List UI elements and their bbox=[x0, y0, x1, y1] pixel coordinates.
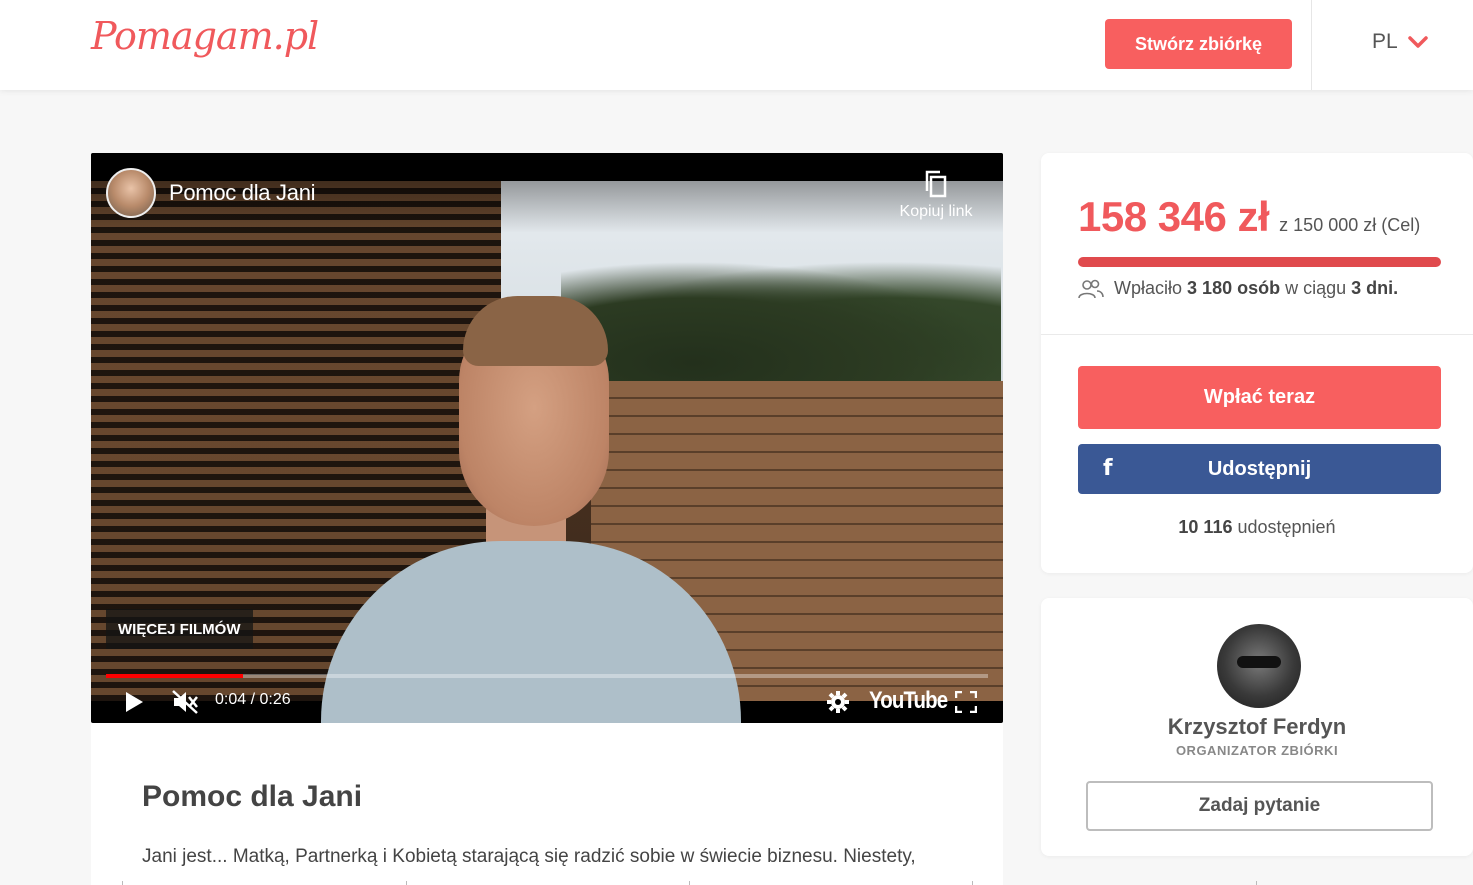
mute-button[interactable] bbox=[169, 685, 201, 719]
organizer-name[interactable]: Krzysztof Ferdyn bbox=[1041, 714, 1473, 740]
video-time: 0:04 / 0:26 bbox=[215, 691, 291, 708]
donors-middle: w ciągu bbox=[1285, 278, 1347, 298]
avatar-glasses bbox=[1237, 656, 1281, 668]
campaign-title: Pomoc dla Jani bbox=[142, 780, 363, 813]
share-label: Udostępnij bbox=[1207, 457, 1312, 480]
more-videos-button[interactable]: WIĘCEJ FILMÓW bbox=[106, 609, 253, 649]
fundraising-progress-bar bbox=[1078, 257, 1441, 267]
chevron-down-icon bbox=[1407, 36, 1428, 48]
campaign-description: Pomoc dla Jani Jani jest... Matką, Partn… bbox=[91, 723, 1003, 885]
header-divider bbox=[1311, 0, 1312, 90]
fullscreen-icon bbox=[955, 691, 977, 713]
channel-avatar[interactable] bbox=[106, 168, 156, 218]
campaign-intro: Jani jest... Matką, Partnerką i Kobietą … bbox=[142, 846, 916, 867]
video-controls: 0:04 / 0:26 YouTube bbox=[91, 681, 1003, 723]
tick bbox=[972, 881, 973, 885]
language-selector[interactable]: PL bbox=[1372, 30, 1428, 54]
copy-icon bbox=[925, 170, 947, 198]
donation-card: 158 346 zł z 150 000 zł (Cel) Wpłaciło 3… bbox=[1041, 153, 1473, 573]
donors-count: 3 180 osób bbox=[1187, 278, 1281, 298]
video-progress-bar[interactable] bbox=[106, 674, 988, 678]
facebook-share-button[interactable]: f Udostępnij bbox=[1078, 444, 1441, 494]
collected-amount: 158 346 zł bbox=[1078, 193, 1270, 240]
donors-info: Wpłaciło 3 180 osób w ciągu 3 dni. bbox=[1078, 278, 1398, 299]
card-divider bbox=[1041, 334, 1473, 335]
video-progress-fill bbox=[106, 674, 243, 678]
copy-link-button[interactable]: Kopiuj link bbox=[891, 169, 981, 229]
organizer-card: Krzysztof Ferdyn ORGANIZATOR ZBIÓRKI Zad… bbox=[1041, 598, 1473, 856]
fullscreen-button[interactable] bbox=[953, 685, 979, 719]
play-icon bbox=[126, 692, 143, 712]
tick bbox=[122, 881, 123, 885]
organizer-role: ORGANIZATOR ZBIÓRKI bbox=[1175, 743, 1339, 758]
avatar[interactable] bbox=[1217, 624, 1301, 708]
create-fundraiser-button[interactable]: Stwórz zbiórkę bbox=[1105, 19, 1292, 69]
video-player[interactable]: Pomoc dla Jani Kopiuj link WIĘCEJ FILMÓW… bbox=[91, 153, 1003, 723]
settings-button[interactable] bbox=[823, 685, 853, 719]
fundraising-progress-fill bbox=[1078, 257, 1441, 267]
bottom-ticks bbox=[0, 881, 1473, 885]
facebook-icon: f bbox=[1103, 456, 1113, 481]
volume-muted-icon bbox=[172, 690, 198, 714]
donors-prefix: Wpłaciło bbox=[1114, 278, 1183, 298]
shares-count: 10 116 udostępnień bbox=[1041, 517, 1473, 538]
tick bbox=[689, 881, 690, 885]
site-header: Pomagam.pl Stwórz zbiórkę PL bbox=[0, 0, 1473, 90]
tick bbox=[406, 881, 407, 885]
donors-days: 3 dni. bbox=[1351, 278, 1399, 298]
goal-amount: z 150 000 zł (Cel) bbox=[1279, 215, 1421, 235]
video-person-hair bbox=[463, 296, 608, 366]
shares-label: udostępnień bbox=[1237, 517, 1336, 537]
tick bbox=[1256, 881, 1257, 885]
play-button[interactable] bbox=[119, 685, 149, 719]
copy-link-label: Kopiuj link bbox=[899, 203, 973, 220]
pomagam-logo[interactable]: Pomagam.pl bbox=[91, 14, 319, 58]
gear-icon bbox=[827, 691, 849, 713]
video-title[interactable]: Pomoc dla Jani bbox=[169, 180, 316, 206]
people-icon bbox=[1078, 279, 1104, 298]
ask-question-button[interactable]: Zadaj pytanie bbox=[1086, 781, 1433, 831]
donate-now-button[interactable]: Wpłać teraz bbox=[1078, 366, 1441, 429]
language-label: PL bbox=[1372, 30, 1398, 53]
amount-row: 158 346 zł z 150 000 zł (Cel) bbox=[1078, 193, 1420, 241]
shares-number: 10 116 bbox=[1178, 517, 1233, 537]
youtube-logo[interactable]: YouTube bbox=[869, 687, 948, 715]
